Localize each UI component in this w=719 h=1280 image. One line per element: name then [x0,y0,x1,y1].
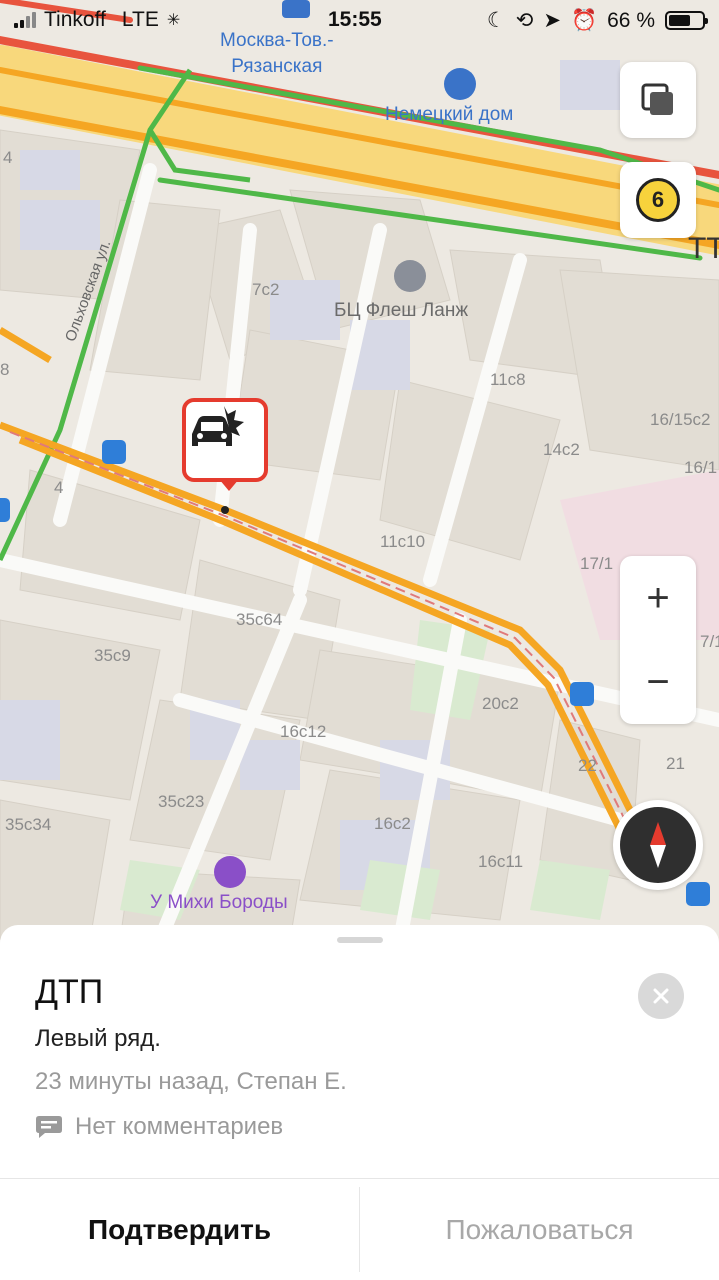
battery-fill [669,15,691,26]
building-label: 16с12 [280,722,327,741]
compass-button[interactable] [613,800,703,890]
incident-location-dot [221,506,229,514]
building-label: 35с34 [5,815,52,834]
moon-icon: ☾ [486,9,506,32]
layers-button[interactable] [620,62,696,138]
bc-flesh-label[interactable]: БЦ Флеш Ланж [334,300,468,322]
compass-dial [620,807,696,883]
building-label: 22 [578,756,597,775]
building-label: 11с8 [490,370,526,389]
layers-icon [641,83,673,115]
network-type: LTE [121,8,159,31]
signal-icon [14,12,36,28]
rotation-lock-icon: ⟲ [515,9,534,32]
comment-icon [36,1116,62,1138]
nemetsky-dom-label[interactable]: Немецкий дом [385,104,513,126]
alarm-icon: ⏰ [570,8,598,32]
building-label: 35с9 [94,646,131,665]
building-label: 16с11 [478,852,524,871]
zoom-control: + − [620,556,696,724]
building-label: 14с2 [543,440,580,459]
battery-icon [665,11,708,30]
building-label: 7/1 [700,632,719,651]
zoom-in-button[interactable]: + [620,556,696,640]
building-label: 11с10 [380,532,426,551]
building-label: 17/1 [580,554,614,573]
comments-row[interactable]: Нет комментариев [35,1113,283,1141]
building-label: 16с2 [374,814,411,833]
building-label: 8 [0,360,10,379]
carrier-name: Tinkoff [44,8,106,31]
map-canvas [0,0,719,940]
incident-marker[interactable] [182,398,268,491]
building-label: 21 [666,754,685,773]
location-icon: ➤ [543,9,561,32]
building-label: 35с23 [158,792,205,811]
loading-icon: ✳ [166,12,181,29]
incident-meta: 23 минуты назад, Степан Е. [35,1068,347,1095]
building-label: 16/1 [684,458,718,477]
comments-text: Нет комментариев [75,1113,284,1140]
incident-sheet: ДТП Левый ряд. 23 минуты назад, Степан Е… [0,925,719,1280]
map-view[interactable]: Москва-Тов.- Рязанская Немецкий дом БЦ Ф… [0,0,719,940]
status-bar: Tinkoff LTE ✳ 15:55 ☾ ⟲ ➤ ⏰ 66 % [0,0,719,40]
barber-label[interactable]: У Михи Бороды [150,892,288,914]
report-button[interactable]: Пожаловаться [360,1179,719,1280]
confirm-button[interactable]: Подтвердить [0,1179,359,1280]
status-time: 15:55 [328,8,382,31]
traffic-level-badge: 6 [636,178,680,222]
incident-title: ДТП [35,973,104,1011]
building-label: 7с2 [252,280,280,299]
building-label: 20с2 [482,694,519,713]
building-label: 35с64 [236,610,283,629]
ttk-label: ТТ [688,232,719,265]
building-label: 4 [3,148,13,167]
incident-description: Левый ряд. [35,1025,161,1052]
compass-needle-icon [650,822,666,868]
close-button[interactable] [638,973,684,1019]
car-crash-icon [192,406,244,446]
close-icon [653,988,669,1004]
battery-percent: 66 % [607,8,655,32]
building-label: 16/15с2 [650,410,711,429]
sheet-grabber[interactable] [337,937,383,943]
traffic-button[interactable]: 6 [620,162,696,238]
building-label: 4 [54,478,64,497]
zoom-out-button[interactable]: − [620,640,696,724]
